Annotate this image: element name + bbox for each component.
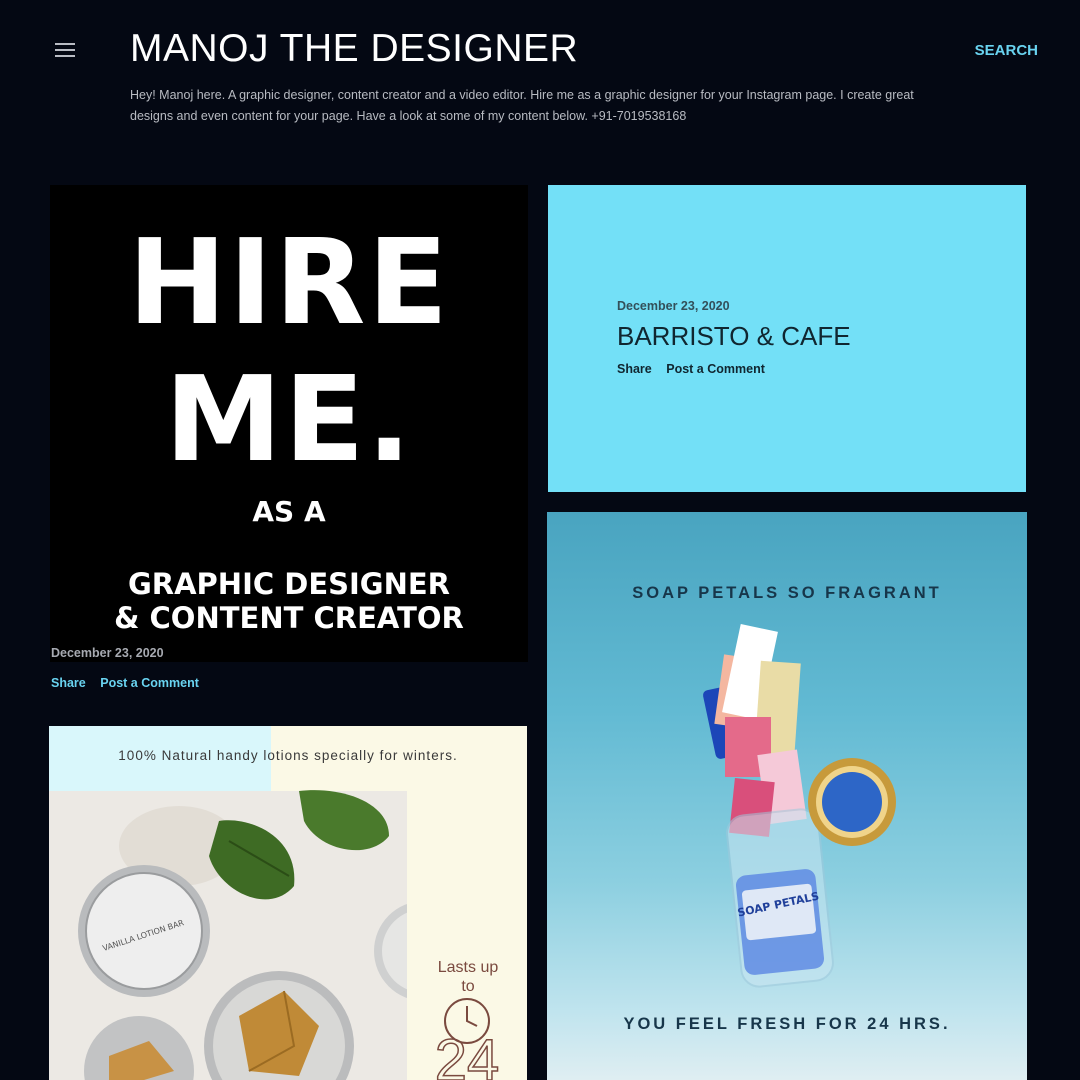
post-comment-button[interactable]: Post a Comment <box>100 676 199 690</box>
glass-jar: SOAP PETALS <box>726 808 834 988</box>
site-description: Hey! Manoj here. A graphic designer, con… <box>130 88 914 123</box>
image-text-24: 24 <box>435 1028 500 1080</box>
post-card-barristo[interactable]: December 23, 2020 BARRISTO & CAFE Share … <box>548 185 1026 492</box>
post-card-hire-me[interactable]: HIRE ME. AS A GRAPHIC DESIGNER & CONTENT… <box>50 185 528 662</box>
image-text-as-a: AS A <box>252 495 326 528</box>
lotion-photo-illustration: VANILLA LOTION BAR 24 <box>49 790 527 1080</box>
image-text-role: GRAPHIC DESIGNER & CONTENT CREATOR <box>50 567 528 635</box>
post-image-hire-me[interactable]: HIRE ME. AS A GRAPHIC DESIGNER & CONTENT… <box>50 185 528 640</box>
search-button[interactable]: SEARCH <box>975 42 1038 59</box>
soap-petals-stack <box>703 624 807 837</box>
hamburger-menu-icon[interactable] <box>55 43 75 59</box>
share-button[interactable]: Share <box>51 676 86 690</box>
image-text-lasts: Lasts up to <box>433 958 503 996</box>
image-text-soap-top: SOAP PETALS SO FRAGRANT <box>632 584 942 602</box>
post-date: December 23, 2020 <box>50 640 180 662</box>
lotion-tin: VANILLA LOTION BAR <box>78 865 210 997</box>
jar-lid <box>808 758 896 846</box>
post-card-soap-petals[interactable]: SOAP PETALS SOAP PETALS SO FRAGRANT YOU … <box>547 512 1027 1080</box>
post-card-lotion[interactable]: 100% Natural handy lotions specially for… <box>49 726 527 1080</box>
image-text-lasts-up: Lasts up <box>437 959 499 976</box>
post-comment-button[interactable]: Post a Comment <box>666 362 765 376</box>
image-text-soap-bottom: YOU FEEL FRESH FOR 24 HRS. <box>623 1015 951 1033</box>
post-title[interactable]: BARRISTO & CAFE <box>617 321 851 352</box>
image-text-content-creator: & CONTENT CREATOR <box>114 601 464 635</box>
image-text-hire: HIRE <box>127 213 451 351</box>
image-text-to: to <box>461 978 475 995</box>
post-actions: Share Post a Comment <box>51 676 210 690</box>
image-text-graphic-designer: GRAPHIC DESIGNER <box>127 567 451 601</box>
post-date: December 23, 2020 <box>617 299 730 313</box>
post-actions: Share Post a Comment <box>617 362 776 376</box>
site-title[interactable]: MANOJ THE DESIGNER <box>130 27 578 71</box>
image-text-me: ME. <box>164 350 414 488</box>
share-button[interactable]: Share <box>617 362 652 376</box>
